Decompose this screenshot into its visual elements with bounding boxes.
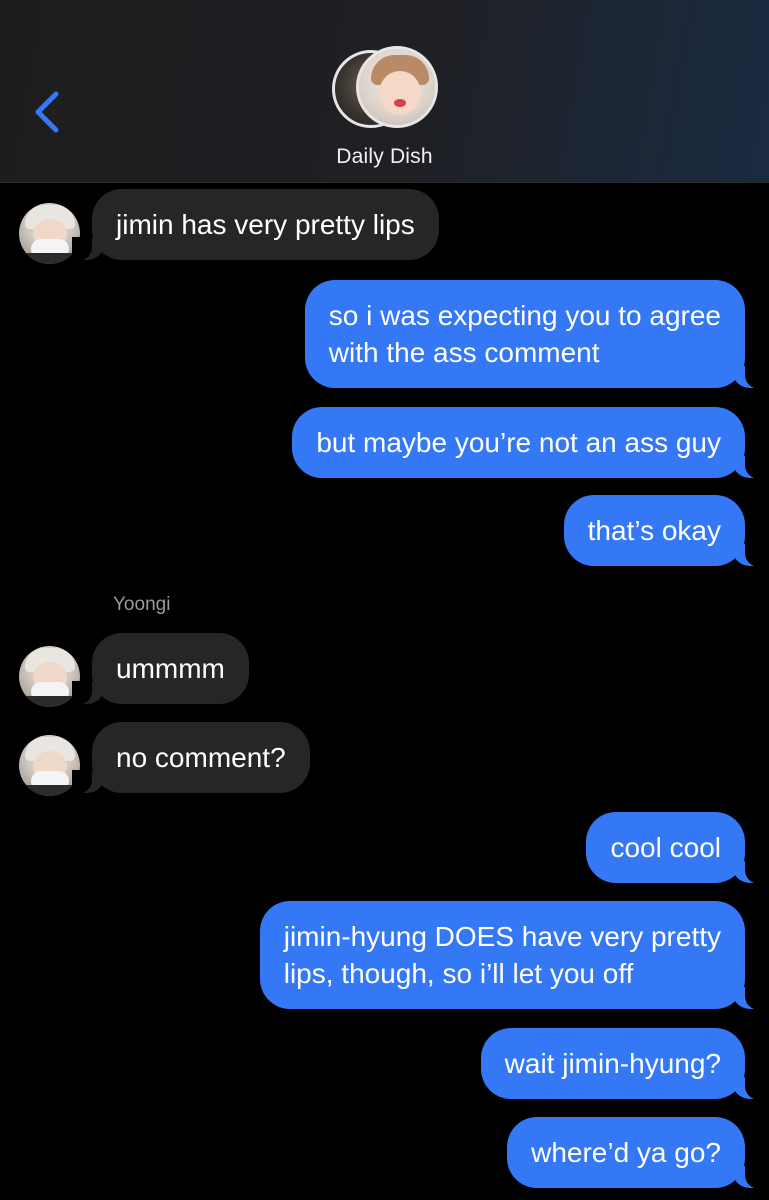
sender-name-label: Yoongi — [113, 594, 171, 615]
sender-avatar[interactable] — [19, 735, 80, 796]
incoming-message-bubble[interactable]: no comment? — [72, 722, 310, 794]
outgoing-message-bubble[interactable]: wait jimin-hyung? — [480, 1028, 766, 1100]
message-text: cool cool — [610, 832, 721, 863]
incoming-message-bubble[interactable]: ummmm — [72, 633, 249, 705]
outgoing-message-bubble[interactable]: cool cool — [586, 812, 765, 884]
message-text-line: with the ass comment — [328, 337, 600, 368]
message-text: where’d ya go? — [531, 1137, 721, 1168]
message-text: ummmm — [116, 653, 225, 684]
outgoing-message-bubble[interactable]: where’d ya go? — [507, 1117, 765, 1189]
message-text-line: lips, though, so i’ll let you off — [283, 958, 634, 989]
outgoing-message-bubble[interactable]: so i was expecting you to agree with the… — [304, 280, 766, 389]
outgoing-message-bubble[interactable]: that’s okay — [563, 495, 766, 567]
message-text-line: so i was expecting you to agree — [328, 300, 721, 331]
message-text: that’s okay — [587, 515, 721, 546]
message-text: no comment? — [116, 742, 286, 773]
message-text: jimin has very pretty lips — [116, 209, 415, 240]
incoming-message-bubble[interactable]: jimin has very pretty lips — [72, 189, 439, 261]
outgoing-message-bubble[interactable]: but maybe you’re not an ass guy — [292, 407, 765, 479]
sender-avatar[interactable] — [19, 203, 80, 264]
message-text-line: jimin-hyung DOES have very pretty — [283, 921, 721, 952]
group-member-avatar — [356, 46, 438, 128]
sender-avatar[interactable] — [19, 646, 80, 707]
chevron-left-icon — [35, 91, 59, 133]
message-text: wait jimin-hyung? — [504, 1048, 721, 1079]
message-text: but maybe you’re not an ass guy — [316, 427, 721, 458]
conversation-header: Daily Dish — [0, 0, 769, 183]
conversation-title[interactable]: Daily Dish — [0, 145, 769, 169]
group-avatar-stack[interactable] — [332, 46, 438, 132]
back-button[interactable] — [28, 88, 68, 136]
outgoing-message-bubble[interactable]: jimin-hyung DOES have very pretty lips, … — [259, 901, 766, 1010]
